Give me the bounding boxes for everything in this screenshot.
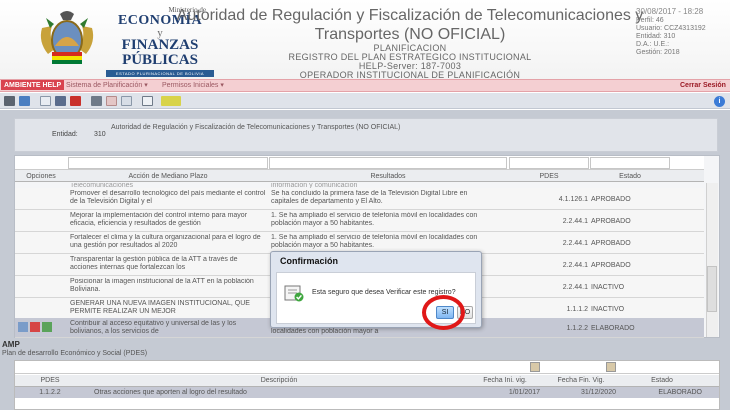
menu-sistema-planificacion[interactable]: Sistema de Planificación ▾ (66, 80, 148, 91)
amp-subtitle: Plan de desarrollo Económico y Social (P… (2, 350, 148, 357)
menu-permisos-iniciales[interactable]: Permisos Iniciales ▾ (162, 80, 224, 91)
amp-col-estado[interactable]: Estado (622, 377, 702, 384)
dialog-title: Confirmación (280, 256, 339, 266)
row-pdes: 2.2.44.1 (562, 284, 588, 291)
da-ue: D.A.: U.E.: (636, 41, 670, 48)
highlight-circle-annotation (422, 295, 465, 330)
col-pdes[interactable]: PDES (509, 171, 589, 182)
amp-col-descripcion[interactable]: Descripción (92, 377, 466, 384)
amp-col-fecha-ini[interactable]: Fecha Ini. vig. (470, 377, 540, 384)
col-opciones[interactable]: Opciones (15, 171, 67, 182)
amp-row-pdes: 1.1.2.2 (39, 389, 61, 396)
calendar-icon[interactable] (606, 362, 616, 372)
print-icon[interactable] (91, 96, 102, 106)
new-document-icon[interactable] (40, 96, 51, 106)
row-pdes: 2.2.44.1 (562, 218, 588, 225)
edit-icon[interactable] (18, 322, 28, 332)
amp-col-fecha-fin[interactable]: Fecha Fin. Vig. (546, 377, 616, 384)
logout-link[interactable]: Cerrar Sesión (680, 80, 726, 91)
row-resultado: 1. Se ha ampliado el servicio de telefon… (271, 212, 478, 227)
filter-pdes-input[interactable] (509, 157, 589, 169)
undo-icon[interactable] (19, 96, 30, 106)
row-accion: Posicionar la imagen institucional de la… (70, 278, 254, 293)
approve-icon[interactable] (42, 322, 52, 332)
amp-row-fecha-ini: 1/01/2017 (508, 389, 540, 396)
col-accion[interactable]: Acción de Mediano Plazo (68, 171, 268, 182)
row-accion: Fortalecer el clima y la cultura organiz… (70, 234, 261, 249)
dialog-message: Esta seguro que desea Verificar este reg… (312, 289, 456, 296)
delete-icon[interactable] (30, 322, 40, 332)
row-pdes: 2.2.44.1 (562, 240, 588, 247)
help-icon[interactable] (161, 96, 181, 106)
filter-estado-input[interactable] (590, 157, 670, 169)
amp-row-estado: ELABORADO (658, 389, 702, 396)
row-pdes: 1.1.2.2 (566, 325, 588, 332)
amp-col-pdes[interactable]: PDES (20, 377, 80, 384)
title-line1: Autoridad de Regulación y Fiscalización … (176, 7, 644, 24)
document-icon[interactable] (121, 96, 132, 106)
coat-of-arms-logo (40, 11, 94, 64)
entidad: Entidad: 310 (636, 33, 676, 40)
pdf-icon[interactable] (106, 96, 117, 106)
filter-resultados-input[interactable] (269, 157, 507, 169)
row-estado: APROBADO (591, 196, 631, 203)
header-title-block: Autoridad de Regulación y Fiscalización … (170, 6, 650, 80)
window-icon[interactable] (142, 96, 153, 106)
row-accion: Mejorar la implementación del control in… (70, 212, 248, 227)
entity-label: Entidad: (52, 131, 78, 138)
datetime: 30/08/2017 - 18:28 (636, 7, 704, 16)
amp-title: AMP (2, 340, 20, 349)
scrollbar-thumb[interactable] (707, 266, 717, 312)
row-pdes: 4.1.126.1 (558, 196, 588, 203)
info-icon[interactable]: i (714, 96, 725, 107)
row-pdes: 1.1.1.2 (566, 306, 588, 313)
row-accion: GENERAR UNA NUEVA IMAGEN INSTITUCIONAL, … (70, 300, 250, 315)
entity-name: Autoridad de Regulación y Fiscalización … (111, 124, 401, 131)
amp-row-fecha-fin: 31/12/2020 (580, 389, 616, 396)
row-estado: APROBADO (591, 218, 631, 225)
entity-code: 310 (94, 131, 106, 138)
row-estado: ELABORADO (591, 325, 635, 332)
row-accion: Transparentar la gestión pública de la A… (70, 256, 238, 271)
usuario: Usuario: CCZ4313192 (636, 25, 706, 32)
refresh-icon[interactable] (70, 96, 81, 106)
row-resultado: 1. Se ha ampliado el servicio de telefon… (271, 234, 478, 249)
col-estado[interactable]: Estado (590, 171, 670, 182)
amp-row-descripcion: Otras acciones que aporten al logro del … (94, 389, 247, 396)
row-estado: INACTIVO (591, 306, 625, 313)
col-resultados[interactable]: Resultados (269, 171, 507, 182)
gestion: Gestión: 2018 (636, 49, 680, 56)
save-icon[interactable] (55, 96, 66, 106)
row-estado: APROBADO (591, 262, 631, 269)
row-accion: Contribuir al acceso equitativo y univer… (70, 320, 237, 335)
row-estado: APROBADO (591, 240, 631, 247)
title-line2: Transportes (NO OFICIAL) (314, 26, 506, 43)
grid-scrollbar[interactable] (706, 183, 718, 337)
session-info: 30/08/2017 - 18:28 Perfil: 46 Usuario: C… (636, 6, 730, 57)
list-icon[interactable] (4, 96, 15, 106)
row-pdes: 2.2.44.1 (562, 262, 588, 269)
row-estado: INACTIVO (591, 284, 625, 291)
filter-accion-input[interactable] (68, 157, 268, 169)
row-resultado: Se ha concluido la primera fase de la Te… (271, 190, 468, 205)
perfil: Perfil: 46 (636, 17, 664, 24)
verify-icon (284, 285, 304, 302)
calendar-icon[interactable] (530, 362, 540, 372)
row-accion: Promover el desarrollo tecnológico del p… (70, 190, 266, 205)
ambiente-help-badge: AMBIENTE HELP (1, 80, 65, 90)
